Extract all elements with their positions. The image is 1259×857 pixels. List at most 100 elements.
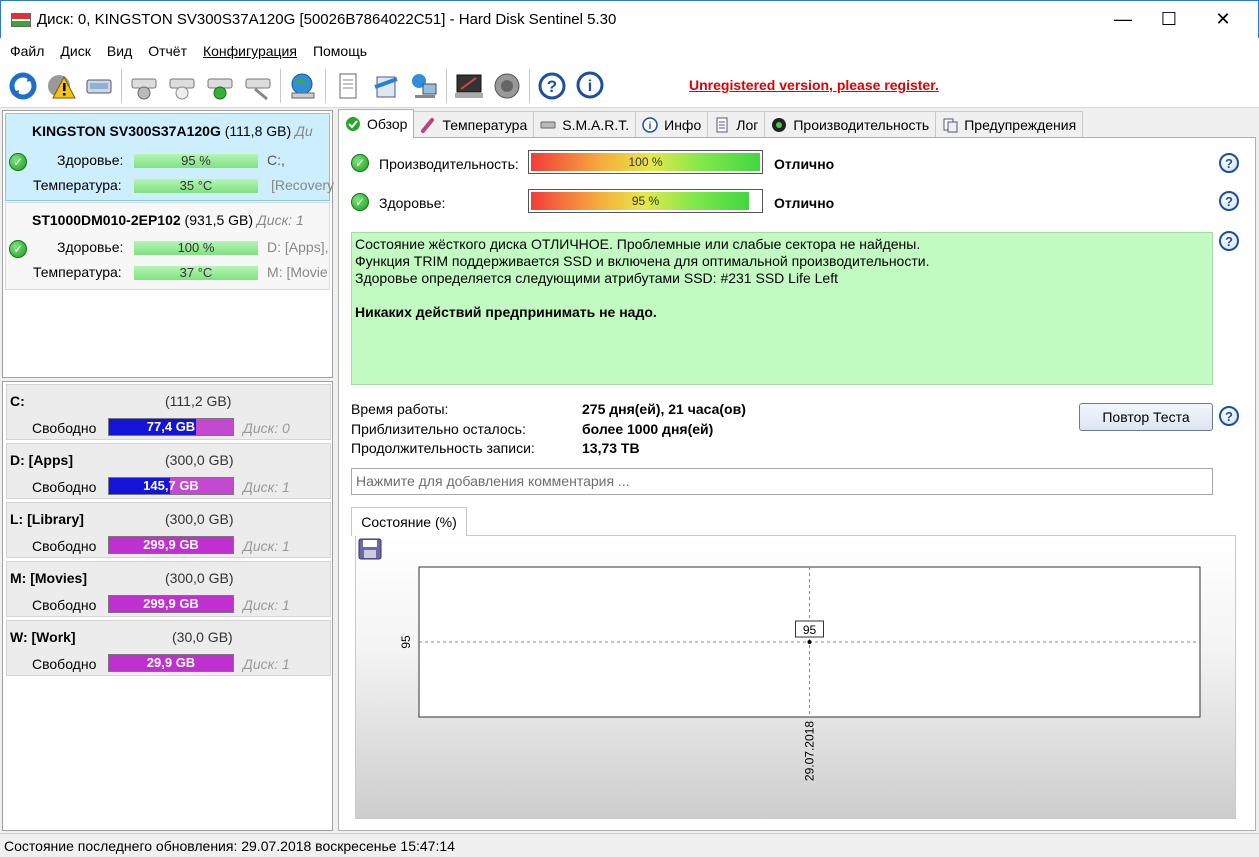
volume-card-m[interactable]: M: [Movies] (300,0 GB) Свободно 299,9 GB… (6, 561, 331, 617)
status-help-icon[interactable]: ? (1219, 231, 1239, 251)
x-tick-label: 29.07.2018 (803, 721, 817, 781)
tab-log[interactable]: Лог (707, 111, 766, 138)
disk-benchmark-icon[interactable] (125, 67, 163, 105)
send-report-icon[interactable] (367, 67, 405, 105)
volume-name: W: [Work] (10, 629, 76, 645)
free-space-value: 299,9 GB (143, 537, 199, 552)
retest-help-icon[interactable]: ? (1219, 406, 1239, 426)
free-label: Свободно (32, 479, 97, 495)
tab-overview[interactable]: Обзор (338, 109, 415, 138)
health-help-icon[interactable]: ? (1219, 191, 1239, 211)
register-link[interactable]: Unregistered version, please register. (689, 77, 939, 93)
status-action: Никаких действий предпринимать не надо. (355, 304, 657, 320)
web-icon[interactable] (284, 67, 322, 105)
volume-card-d[interactable]: D: [Apps] (300,0 GB) Свободно 145,7 GB Д… (6, 443, 331, 499)
status-line: Функция TRIM поддерживается SSD и включе… (355, 253, 930, 269)
disk-check-icon[interactable] (201, 67, 239, 105)
volume-size: (30,0 GB) (172, 629, 233, 645)
toolbar-separator (325, 68, 326, 103)
volume-name: L: [Library] (10, 511, 84, 527)
temperature-bar: 37 °C (134, 266, 258, 280)
remaining-label: Приблизительно осталось: (351, 421, 526, 437)
disk-drive-icon[interactable] (80, 67, 118, 105)
performance-icon (771, 117, 787, 133)
health-chart: 95 95 29.07.2018 (355, 535, 1236, 819)
health-bar: 100 % (134, 241, 258, 255)
volume-card-c[interactable]: C: (111,2 GB) Свободно 77,4 GB Диск: 0 (6, 384, 331, 440)
report-icon[interactable] (329, 67, 367, 105)
disk-partitions: C:, (267, 152, 285, 168)
free-space-value: 29,9 GB (146, 655, 196, 670)
remaining-value: более 1000 дня(ей) (582, 421, 714, 437)
app-logo-icon (11, 12, 31, 27)
menu-help[interactable]: Помощь (305, 38, 375, 64)
free-label: Свободно (32, 420, 97, 436)
title-bar: Диск: 0, KINGSTON SV300S37A120G [50026B7… (0, 0, 1259, 38)
disk-capacity: (931,5 GB) (184, 212, 254, 228)
volume-size: (300,0 GB) (165, 570, 234, 586)
window-title: Диск: 0, KINGSTON SV300S37A120G [50026B7… (37, 11, 617, 28)
speaker-icon[interactable] (488, 67, 526, 105)
menu-configuration[interactable]: Конфигурация (195, 38, 305, 64)
main-tabs: Обзор Температура S.M.A.R.T. i Инфо Лог … (338, 109, 1084, 138)
volume-disk: Диск: 1 (243, 656, 290, 672)
free-space-bar: 299,9 GB (108, 536, 234, 554)
free-label: Свободно (32, 656, 97, 672)
temperature-label: Температура: (33, 264, 122, 280)
tab-alerts[interactable]: Предупреждения (935, 111, 1084, 138)
menu-bar: Файл Диск Вид Отчёт Конфигурация Помощь (0, 38, 1259, 64)
health-bar: 95 % (134, 154, 258, 168)
health-ok-icon: ✓ (9, 153, 27, 171)
comment-input[interactable]: Нажмите для добавления комментария ... (351, 468, 1213, 495)
health-label: Здоровье: (57, 152, 124, 168)
data-point (807, 640, 812, 644)
about-icon[interactable]: i (571, 67, 609, 105)
disk-partition-names: M: [Movie (267, 264, 328, 280)
maximize-button[interactable]: ☐ (1146, 1, 1192, 37)
disk-surface-icon[interactable] (163, 67, 201, 105)
tab-health-chart[interactable]: Состояние (%) (351, 507, 467, 536)
menu-view[interactable]: Вид (99, 38, 140, 64)
disk-model: ST1000DM010-2EP102 (32, 212, 181, 228)
tab-performance[interactable]: Производительность (764, 111, 937, 138)
network-icon[interactable] (405, 67, 443, 105)
minimize-button[interactable]: — (1100, 1, 1146, 37)
health-ok-icon: ✓ (351, 193, 369, 211)
y-tick-label: 95 (399, 635, 413, 649)
refresh-icon[interactable] (4, 67, 42, 105)
alerts-icon (942, 117, 958, 133)
tab-temperature[interactable]: Температура (413, 111, 535, 138)
warning-icon[interactable] (42, 67, 80, 105)
menu-report[interactable]: Отчёт (140, 38, 195, 64)
disk-list-panel: KINGSTON SV300S37A120G (111,8 GB) Ди ✓ З… (2, 110, 334, 378)
performance-help-icon[interactable]: ? (1219, 153, 1239, 173)
disk-card-1[interactable]: ST1000DM010-2EP102 (931,5 GB) Диск: 1 ✓ … (5, 202, 330, 290)
help-icon[interactable]: ? (533, 67, 571, 105)
volume-size: (300,0 GB) (165, 452, 234, 468)
free-space-bar: 77,4 GB (108, 418, 234, 436)
health-label: Здоровье: (57, 239, 124, 255)
free-space-value: 299,9 GB (143, 596, 199, 611)
tab-label: S.M.A.R.T. (562, 117, 630, 133)
volume-card-l[interactable]: L: [Library] (300,0 GB) Свободно 299,9 G… (6, 502, 331, 558)
volume-disk: Диск: 1 (243, 538, 290, 554)
tab-smart[interactable]: S.M.A.R.T. (533, 111, 637, 138)
close-button[interactable]: ✕ (1200, 1, 1246, 37)
menu-file[interactable]: Файл (2, 38, 52, 64)
health-meter: 95 % (528, 189, 763, 213)
disk-card-0[interactable]: KINGSTON SV300S37A120G (111,8 GB) Ди ✓ З… (5, 113, 334, 201)
thermometer-icon (420, 117, 436, 133)
free-space-value: 145,7 GB (143, 478, 199, 493)
disk-wipe-icon[interactable] (239, 67, 277, 105)
volume-name: C: (10, 393, 25, 409)
tab-label: Производительность (793, 117, 930, 133)
retest-button[interactable]: Повтор Теста (1079, 403, 1213, 431)
volume-card-w[interactable]: W: [Work] (30,0 GB) Свободно 29,9 GB Дис… (6, 620, 331, 676)
menu-disk[interactable]: Диск (52, 38, 98, 64)
free-space-value: 77,4 GB (146, 419, 196, 434)
written-value: 13,73 TB (582, 440, 640, 456)
tab-info[interactable]: i Инфо (635, 111, 709, 138)
console-icon[interactable] (450, 67, 488, 105)
free-space-bar: 299,9 GB (108, 595, 234, 613)
volume-disk: Диск: 0 (243, 420, 290, 436)
